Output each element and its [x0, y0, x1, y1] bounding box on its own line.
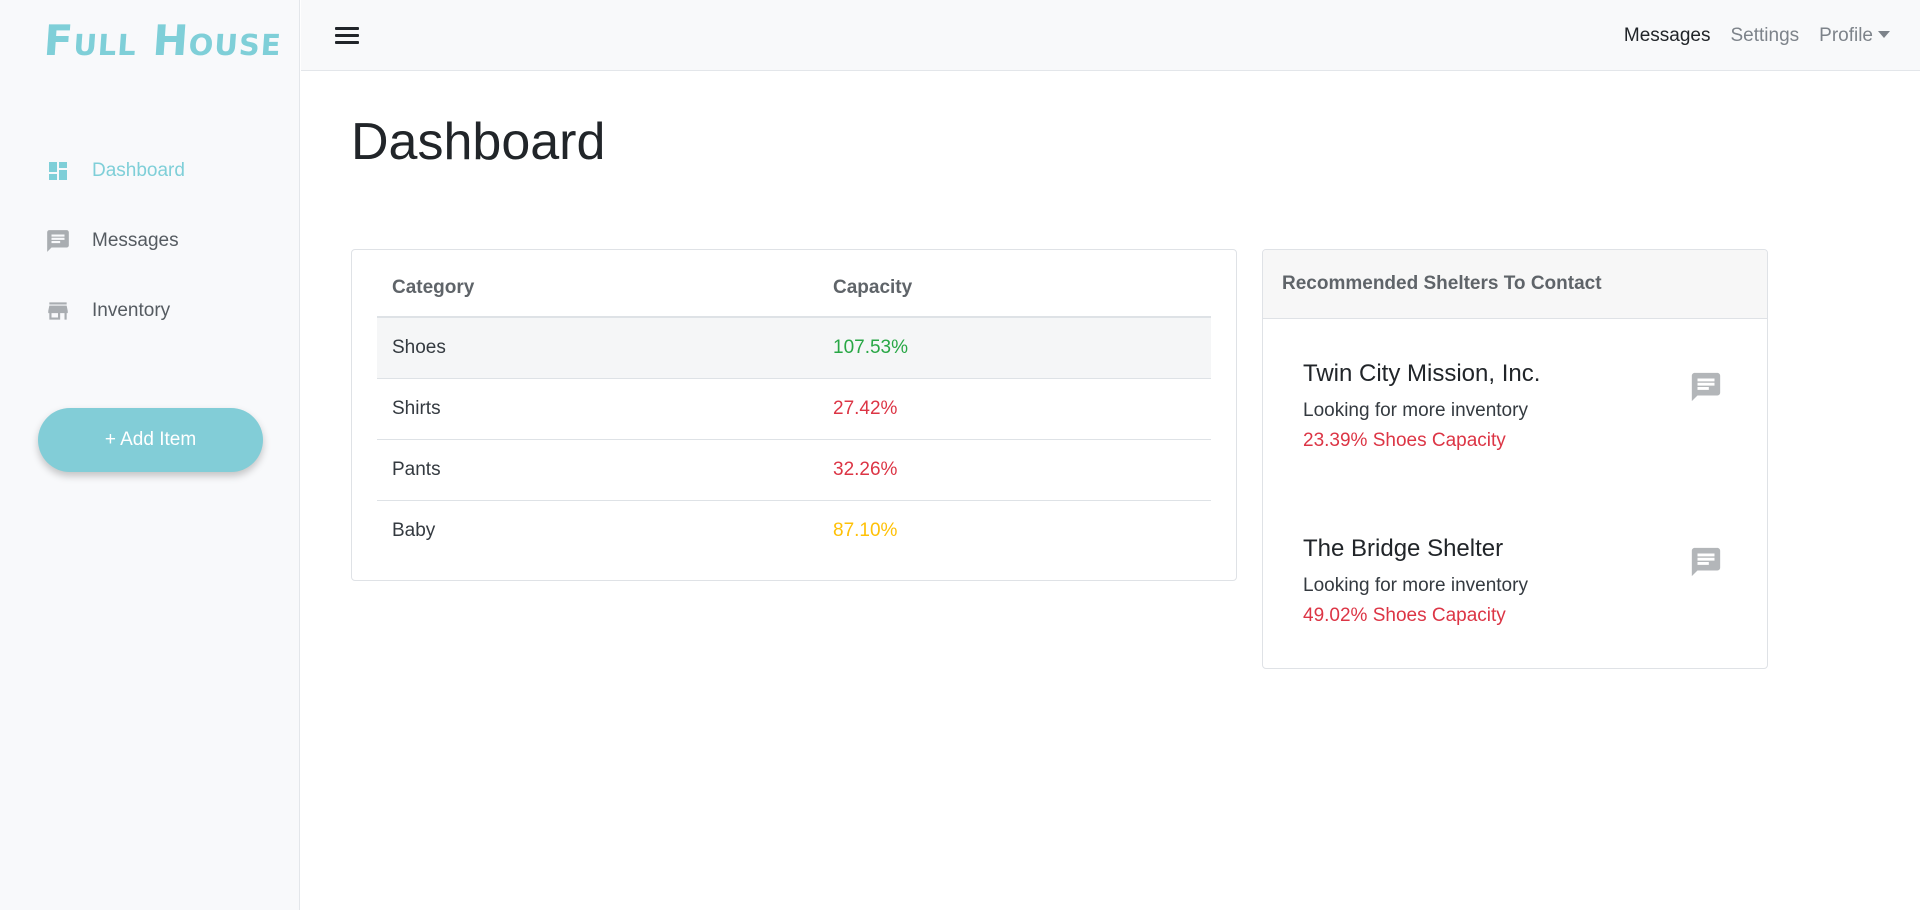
column-header-capacity: Capacity: [818, 260, 1211, 318]
recommended-shelters-card: Recommended Shelters To Contact Twin Cit…: [1262, 249, 1768, 669]
category-cell: Baby: [392, 519, 436, 541]
capacity-cell: 107.53%: [818, 317, 1211, 379]
capacity-table: Category Capacity Shoes 107.53% Shirts 2…: [377, 260, 1211, 561]
capacity-card: Category Capacity Shoes 107.53% Shirts 2…: [351, 249, 1237, 581]
message-icon[interactable]: [1689, 370, 1723, 402]
table-header-row: Category Capacity: [377, 260, 1211, 318]
shelter-item: The Bridge Shelter Looking for more inve…: [1303, 535, 1723, 627]
table-row: Pants 32.26%: [377, 439, 1211, 501]
nav-link-profile[interactable]: Profile: [1819, 25, 1890, 47]
capacity-cell: 87.10%: [833, 519, 898, 541]
shelters-card-header: Recommended Shelters To Contact: [1263, 250, 1767, 319]
shelter-description: Looking for more inventory: [1303, 575, 1528, 596]
dashboard-icon: [45, 158, 71, 184]
column-header-category: Category: [377, 260, 818, 318]
capacity-cell: 27.42%: [818, 378, 1211, 440]
nav-link-messages[interactable]: Messages: [1624, 25, 1711, 47]
shelter-description: Looking for more inventory: [1303, 400, 1528, 421]
shelter-capacity: 23.39% Shoes Capacity: [1303, 430, 1506, 451]
app-logo[interactable]: Full House: [42, 16, 283, 65]
sidebar: Full House Dashboard Messages Inventory …: [0, 0, 300, 910]
shelter-item: Twin City Mission, Inc. Looking for more…: [1303, 360, 1723, 452]
sidebar-item-label: Dashboard: [92, 160, 185, 181]
shelter-capacity: 49.02% Shoes Capacity: [1303, 605, 1506, 626]
table-row: Shoes 107.53%: [377, 317, 1211, 379]
top-nav-links: Messages Settings Profile: [1604, 0, 1890, 71]
table-row: Baby 87.10%: [377, 500, 1211, 561]
store-icon: [45, 298, 71, 324]
category-cell: Shirts: [377, 378, 818, 440]
message-icon[interactable]: [1689, 545, 1723, 577]
sidebar-item-label: Messages: [92, 230, 179, 251]
sidebar-item-inventory[interactable]: Inventory: [0, 276, 300, 346]
category-cell: Shoes: [377, 317, 818, 379]
message-icon: [45, 228, 71, 254]
sidebar-item-messages[interactable]: Messages: [0, 206, 300, 276]
shelter-name: Twin City Mission, Inc.: [1303, 360, 1541, 387]
chevron-down-icon: [1878, 30, 1890, 38]
table-row: Shirts 27.42%: [377, 378, 1211, 440]
sidebar-nav: Dashboard Messages Inventory: [0, 136, 300, 346]
nav-link-settings[interactable]: Settings: [1730, 25, 1799, 47]
shelter-name: The Bridge Shelter: [1303, 535, 1504, 562]
hamburger-menu-icon[interactable]: [335, 27, 359, 45]
sidebar-item-dashboard[interactable]: Dashboard: [0, 136, 300, 206]
page-title: Dashboard: [351, 113, 606, 171]
add-item-button[interactable]: + Add Item: [38, 408, 263, 472]
profile-label: Profile: [1819, 24, 1873, 46]
capacity-cell: 32.26%: [818, 439, 1211, 501]
sidebar-item-label: Inventory: [92, 300, 171, 321]
category-cell: Pants: [377, 439, 818, 501]
top-navbar: Messages Settings Profile: [301, 0, 1920, 71]
